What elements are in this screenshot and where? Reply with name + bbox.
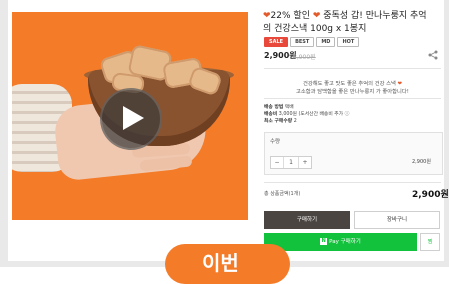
badge-group: SALE BEST MD HOT: [264, 37, 360, 47]
share-icon[interactable]: [428, 50, 438, 60]
shipping-method-row: 배송 방법 택배: [264, 103, 294, 110]
shipping-fee-row: 배송비 3,000원 (도서산간 배송비 추가 ⓘ: [264, 110, 349, 117]
product-title: ❤22% 할인 ❤ 중독성 갑! 만나누룽지 추억 의 건강스낵 100g x …: [263, 10, 441, 36]
quantity-value[interactable]: 1: [283, 157, 299, 168]
title-sub: 의 건강스낵 100g x 1봉지: [263, 24, 367, 34]
page-frame-left: [0, 0, 8, 267]
page-frame-right: [444, 0, 449, 267]
npay-label: Pay 구매하기: [329, 239, 361, 245]
quantity-label: 수량: [270, 139, 281, 145]
promo-line-1: 건강해도 좋고 맛도 좋은 추억의 건강 스낵 ❤: [264, 79, 441, 87]
npay-button[interactable]: N Pay 구매하기: [264, 233, 417, 251]
npay-logo-icon: N: [320, 238, 328, 245]
quantity-plus-button[interactable]: +: [299, 157, 311, 168]
min-qty-row: 최소 구매수량 2: [264, 117, 297, 124]
promo-line-2: 고소함과 담백함을 좋은 만나누룽지 가 좋아합니다!: [296, 89, 409, 95]
buy-button[interactable]: 구매하기: [264, 211, 350, 229]
heart-icon: ❤: [263, 11, 271, 21]
cart-button[interactable]: 장바구니: [354, 211, 440, 229]
heart-icon: ❤: [312, 11, 321, 21]
sale-price: 2,900원: [264, 51, 297, 60]
total-price: 2,900원: [412, 190, 449, 200]
quantity-minus-button[interactable]: −: [271, 157, 283, 168]
line-price: 2,900원: [412, 159, 431, 165]
divider: [264, 98, 441, 99]
play-button[interactable]: [100, 88, 162, 150]
quantity-stepper[interactable]: − 1 +: [270, 156, 312, 169]
overlay-banner-text: 이번: [202, 251, 239, 275]
total-label: 총 상품금액(1개): [264, 191, 301, 197]
badge-best: BEST: [290, 37, 315, 47]
badge-hot: HOT: [337, 37, 360, 47]
title-main: 중독성 갑! 만나누룽지 추억: [323, 11, 427, 21]
title-discount: 22% 할인: [270, 11, 310, 21]
divider: [264, 68, 441, 69]
badge-md: MD: [316, 37, 336, 47]
wishlist-button[interactable]: 찜: [420, 233, 440, 251]
min-qty-value: 2: [293, 119, 297, 124]
product-video[interactable]: [12, 12, 248, 220]
min-qty-label: 최소 구매수량: [264, 119, 293, 124]
divider: [264, 182, 441, 183]
badge-sale: SALE: [264, 37, 289, 47]
original-price: 3,900원: [293, 54, 316, 61]
play-icon: [123, 106, 144, 130]
